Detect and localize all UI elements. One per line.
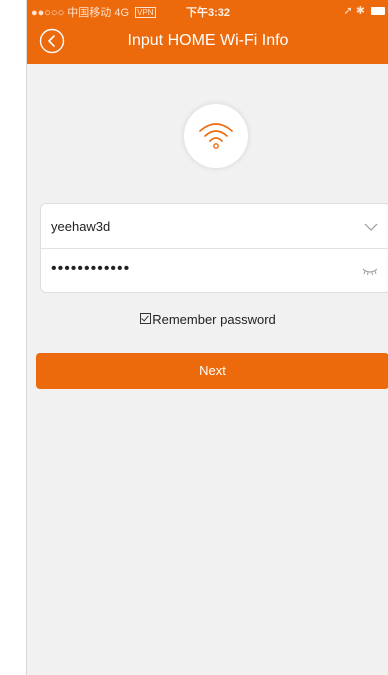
ssid-dropdown-button[interactable] xyxy=(364,219,378,237)
nav-bar: Input HOME Wi-Fi Info xyxy=(27,20,388,64)
remember-password-checkbox[interactable] xyxy=(140,313,152,324)
app-screen: ●●○○○ 中国移动 4G VPN 下午3:32 ➚ ✱ Input HOME … xyxy=(26,0,388,675)
closed-eye-icon xyxy=(362,268,378,276)
ssid-row xyxy=(41,204,388,249)
battery-icon xyxy=(371,7,385,15)
page-title: Input HOME Wi-Fi Info xyxy=(127,32,289,49)
remember-password-row: Remember password xyxy=(27,312,388,327)
ssid-input[interactable] xyxy=(51,215,351,237)
password-row xyxy=(41,248,388,292)
status-time: 下午3:32 xyxy=(185,7,231,19)
password-visibility-toggle[interactable] xyxy=(362,263,378,281)
location-bluetooth-icons: ➚ ✱ xyxy=(343,5,365,17)
wifi-form xyxy=(40,203,388,293)
password-input[interactable] xyxy=(51,258,351,280)
chevron-down-icon xyxy=(364,223,378,231)
status-right: ➚ ✱ xyxy=(343,4,385,17)
checkmark-icon xyxy=(141,313,150,322)
wifi-badge xyxy=(184,104,248,168)
remember-password-label[interactable]: Remember password xyxy=(152,312,276,327)
wifi-icon xyxy=(199,123,233,149)
next-button[interactable]: Next xyxy=(36,353,388,389)
status-bar: ●●○○○ 中国移动 4G VPN 下午3:32 ➚ ✱ xyxy=(27,0,388,20)
